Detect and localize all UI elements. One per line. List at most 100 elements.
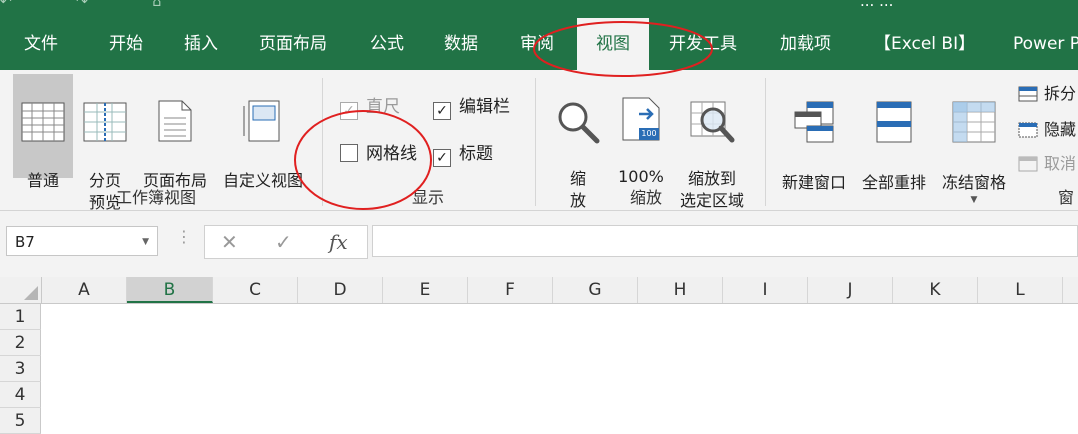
zoom-100-badge: 100 xyxy=(641,129,657,138)
column-header[interactable]: D xyxy=(298,277,383,303)
zoom-magnifier-icon xyxy=(558,102,600,144)
name-box[interactable]: B7 ▼ xyxy=(6,226,158,256)
normal-view-label: 普通 xyxy=(26,171,59,190)
window-group-label: 窗 xyxy=(1058,188,1075,207)
ruler-label: 直尺 xyxy=(366,97,400,117)
tab-home[interactable]: 开始 xyxy=(109,18,143,70)
group-divider xyxy=(322,78,323,206)
row-header[interactable]: 5 xyxy=(0,408,41,434)
column-header[interactable]: A xyxy=(42,277,127,303)
page-break-preview-button[interactable]: 分页 预览 xyxy=(80,74,130,212)
zoom-group-label: 缩放 xyxy=(630,188,663,207)
select-all-triangle-icon xyxy=(24,286,38,300)
tab-excel-bi[interactable]: 【Excel BI】 xyxy=(874,18,975,70)
column-header[interactable]: J xyxy=(808,277,893,303)
new-window-button[interactable]: 新建窗口 xyxy=(776,74,852,192)
tab-page-layout[interactable]: 页面布局 xyxy=(259,18,327,70)
formula-bar-area: B7 ▼ ⋮ ✕ ✓ fx xyxy=(0,211,1078,277)
name-box-value: B7 xyxy=(15,233,35,251)
formula-bar-checkbox[interactable]: ✓ 编辑栏 xyxy=(433,92,510,120)
column-header[interactable]: F xyxy=(468,277,553,303)
column-header[interactable]: E xyxy=(383,277,468,303)
page-break-preview-icon xyxy=(83,102,127,142)
title-bar: ↶ ↷ ⌂ ... ... xyxy=(0,0,1078,18)
column-header[interactable]: B xyxy=(127,277,213,303)
hide-icon xyxy=(1018,122,1038,142)
tab-insert[interactable]: 插入 xyxy=(184,18,218,70)
custom-views-icon xyxy=(243,100,280,142)
row-header[interactable]: 1 xyxy=(0,304,41,330)
zoom-100-icon: 100 xyxy=(621,96,661,142)
column-header[interactable]: I xyxy=(723,277,808,303)
chevron-down-icon: ▼ xyxy=(970,195,978,205)
gridlines-checkbox[interactable]: 网格线 xyxy=(340,139,417,164)
row-header[interactable]: 4 xyxy=(0,382,41,408)
row-header[interactable]: 2 xyxy=(0,330,41,356)
headings-checkbox[interactable]: ✓ 标题 xyxy=(433,139,493,167)
zoom-to-selection-icon xyxy=(690,101,735,143)
tab-file[interactable]: 文件 xyxy=(24,18,58,70)
show-group-label: 显示 xyxy=(412,188,445,207)
tab-data[interactable]: 数据 xyxy=(444,18,478,70)
freeze-panes-icon xyxy=(952,101,996,143)
tab-formulas[interactable]: 公式 xyxy=(370,18,404,70)
chevron-down-icon[interactable]: ▼ xyxy=(142,227,149,257)
ribbon-tab-bar: 文件 开始 插入 页面布局 公式 数据 审阅 视图 开发工具 加载项 【Exce… xyxy=(0,18,1078,70)
ruler-checkbox[interactable]: ✓ 直尺 xyxy=(340,92,400,120)
column-header[interactable]: G xyxy=(553,277,638,303)
split-icon xyxy=(1018,86,1038,106)
page-layout-view-button[interactable]: 页面布局 xyxy=(136,74,214,190)
window-title: ... ... xyxy=(860,0,894,10)
split-button[interactable]: 拆分 xyxy=(1018,80,1076,106)
enter-icon[interactable]: ✓ xyxy=(275,226,292,258)
workbook-views-group-label: 工作簿视图 xyxy=(116,188,197,207)
cancel-icon[interactable]: ✕ xyxy=(221,226,238,258)
insert-function-icon[interactable]: fx xyxy=(329,226,348,258)
tab-developer[interactable]: 开发工具 xyxy=(669,18,737,70)
normal-view-button[interactable]: 普通 xyxy=(13,74,73,190)
freeze-panes-button[interactable]: 冻结窗格 ▼ xyxy=(934,74,1014,205)
tab-power-pivot[interactable]: Power P xyxy=(1013,18,1078,70)
hide-button[interactable]: 隐藏 xyxy=(1018,116,1076,142)
arrange-all-label: 全部重排 xyxy=(861,173,926,192)
tab-add-ins[interactable]: 加载项 xyxy=(780,18,831,70)
arrange-all-icon xyxy=(876,101,912,143)
zoom-to-selection-button[interactable]: 缩放到 选定区域 xyxy=(672,74,752,210)
group-divider xyxy=(535,78,536,206)
split-label: 拆分 xyxy=(1044,84,1077,103)
tab-view[interactable]: 视图 xyxy=(577,18,649,70)
gridlines-checkbox-box xyxy=(340,144,358,162)
arrange-all-button[interactable]: 全部重排 xyxy=(856,74,932,192)
unhide-button[interactable]: 取消 xyxy=(1018,150,1076,176)
headings-label: 标题 xyxy=(459,144,493,164)
quick-access-toolbar[interactable]: ↶ ↷ ⌂ xyxy=(0,0,191,10)
formula-bar-checkbox-box: ✓ xyxy=(433,102,451,120)
row-header[interactable]: 3 xyxy=(0,356,41,382)
group-divider xyxy=(765,78,766,206)
freeze-panes-label: 冻结窗格 xyxy=(941,173,1006,192)
worksheet-grid[interactable] xyxy=(42,304,1078,431)
page-layout-view-icon xyxy=(158,100,192,142)
zoom-button[interactable]: 缩 放 xyxy=(552,74,604,210)
new-window-icon xyxy=(794,101,834,143)
zoom-100-button[interactable]: 100 100% xyxy=(612,74,670,186)
unhide-icon xyxy=(1018,156,1038,176)
column-header[interactable]: H xyxy=(638,277,723,303)
column-header[interactable]: C xyxy=(213,277,298,303)
zoom-label: 缩 放 xyxy=(569,169,586,210)
select-all-button[interactable] xyxy=(0,277,42,303)
column-header[interactable]: L xyxy=(978,277,1063,303)
tab-review[interactable]: 审阅 xyxy=(520,18,554,70)
formula-buttons: ✕ ✓ fx xyxy=(204,225,368,259)
custom-views-label: 自定义视图 xyxy=(222,171,303,190)
custom-views-button[interactable]: 自定义视图 xyxy=(216,74,310,190)
formula-input[interactable] xyxy=(372,225,1078,257)
column-header[interactable]: K xyxy=(893,277,978,303)
unhide-label: 取消 xyxy=(1044,154,1077,173)
drag-handle-icon[interactable]: ⋮ xyxy=(176,227,192,246)
headings-checkbox-box: ✓ xyxy=(433,149,451,167)
gridlines-label: 网格线 xyxy=(366,144,417,164)
ruler-checkbox-box: ✓ xyxy=(340,102,358,120)
normal-view-icon xyxy=(21,102,65,142)
zoom-to-selection-label: 缩放到 选定区域 xyxy=(679,169,744,210)
